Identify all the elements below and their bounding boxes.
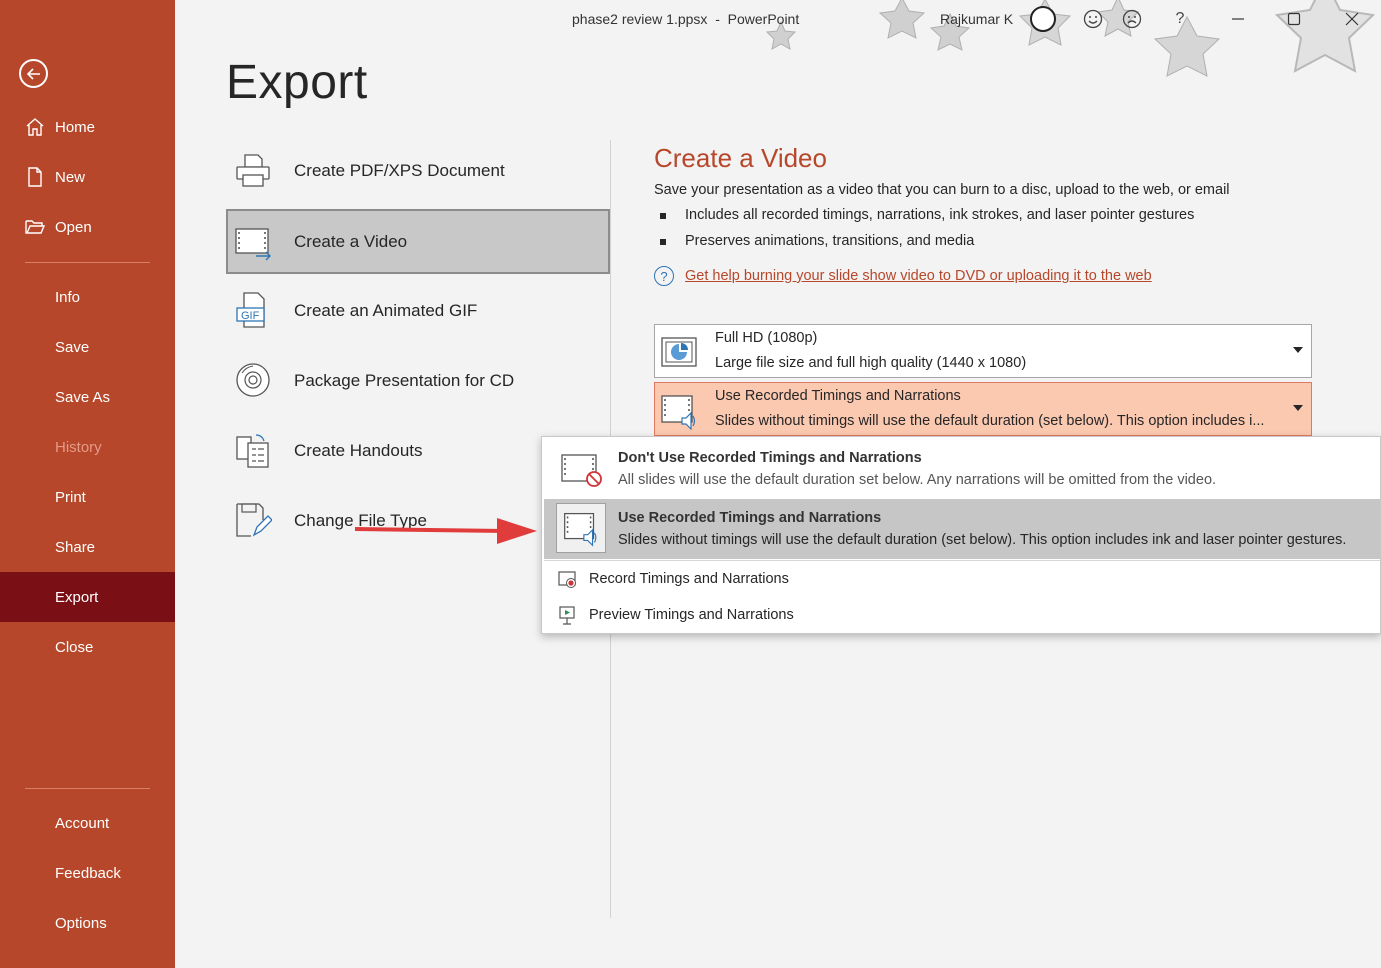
sidebar-item-save-as[interactable]: Save As	[0, 375, 175, 419]
sidebar-item-account[interactable]: Account	[0, 801, 175, 845]
decorative-star-icon	[878, 0, 926, 39]
svg-text:GIF: GIF	[241, 310, 260, 322]
presentation-quality-icon	[661, 337, 697, 367]
export-option-label: Create a Video	[294, 231, 408, 251]
export-option-package-cd[interactable]: Package Presentation for CD	[226, 348, 610, 413]
new-document-icon	[28, 167, 42, 187]
menu-item-dont-use-timings[interactable]: Don't Use Recorded Timings and Narration…	[544, 439, 1380, 499]
sidebar-item-save[interactable]: Save	[0, 325, 175, 369]
chevron-down-icon[interactable]	[1293, 347, 1303, 353]
menu-item-title: Use Recorded Timings and Narrations	[618, 510, 882, 526]
menu-item-use-timings[interactable]: Use Recorded Timings and Narrations Slid…	[544, 499, 1380, 559]
home-icon	[26, 118, 44, 136]
close-window-icon[interactable]	[1341, 8, 1363, 30]
minimize-icon[interactable]	[1227, 8, 1249, 30]
sidebar-item-label: Print	[55, 488, 86, 506]
sidebar-item-print[interactable]: Print	[0, 475, 175, 519]
menu-item-title: Don't Use Recorded Timings and Narration…	[618, 450, 922, 466]
frown-feedback-icon[interactable]	[1121, 8, 1143, 30]
sidebar-item-label: Save As	[55, 388, 111, 406]
sidebar-item-label: Account	[55, 814, 110, 832]
sidebar-item-close[interactable]: Close	[0, 625, 175, 669]
video-narration-icon	[556, 503, 606, 553]
bullet-square-icon	[660, 239, 666, 245]
backstage-sidebar: Home New Open Info Save Save As History …	[0, 0, 175, 968]
menu-action-label: Preview Timings and Narrations	[589, 607, 794, 623]
export-option-label: Package Presentation for CD	[294, 370, 515, 390]
back-button[interactable]	[19, 59, 48, 88]
sidebar-item-label: Save	[55, 338, 90, 356]
help-link[interactable]: ? Get help burning your slide show video…	[654, 265, 1152, 287]
export-option-label: Create Handouts	[294, 440, 423, 460]
timings-subtitle: Slides without timings will use the defa…	[715, 413, 1265, 429]
handouts-icon	[236, 434, 269, 468]
timings-title: Use Recorded Timings and Narrations	[715, 388, 961, 404]
cd-icon	[236, 363, 270, 397]
menu-action-label: Record Timings and Narrations	[589, 571, 789, 587]
chevron-down-icon[interactable]	[1293, 405, 1303, 411]
gif-icon: GIF	[236, 292, 265, 328]
menu-item-description: Slides without timings will use the defa…	[618, 532, 1347, 548]
sidebar-item-label: Feedback	[55, 864, 121, 882]
pdf-printer-icon	[236, 154, 270, 187]
sidebar-item-label: Close	[55, 638, 94, 656]
sidebar-item-new[interactable]: New	[0, 155, 175, 199]
account-avatar-icon[interactable]	[1030, 6, 1056, 32]
change-file-type-icon	[236, 503, 272, 537]
export-option-label: Create PDF/XPS Document	[294, 160, 505, 180]
sidebar-item-label: Export	[55, 588, 99, 606]
export-option-gif[interactable]: GIF Create an Animated GIF	[226, 278, 610, 343]
menu-item-description: All slides will use the default duration…	[618, 472, 1217, 488]
sidebar-item-label: Open	[55, 218, 92, 236]
video-quality-dropdown[interactable]: Full HD (1080p) Large file size and full…	[654, 324, 1312, 378]
title-bar: phase2 review 1.ppsx - PowerPoint Rajkum…	[175, 0, 1381, 77]
bullet-square-icon	[660, 213, 666, 219]
menu-item-record-timings[interactable]: Record Timings and Narrations	[544, 562, 1380, 596]
menu-divider	[544, 560, 1380, 561]
help-button[interactable]: ?	[1169, 8, 1191, 30]
sidebar-item-history: History	[0, 425, 175, 469]
video-quality-title: Full HD (1080p)	[715, 330, 818, 346]
sidebar-divider	[25, 788, 150, 789]
panel-title: Create a Video	[654, 143, 827, 173]
document-title: phase2 review 1.ppsx - PowerPoint	[572, 11, 800, 27]
export-option-video[interactable]: Create a Video	[226, 209, 610, 274]
no-timings-icon	[561, 454, 602, 487]
record-icon	[558, 571, 576, 588]
sidebar-item-label: Share	[55, 538, 96, 556]
sidebar-item-export[interactable]: Export	[0, 572, 175, 622]
back-arrow-icon	[26, 67, 40, 80]
export-option-label: Create an Animated GIF	[294, 300, 478, 320]
video-quality-subtitle: Large file size and full high quality (1…	[715, 355, 1027, 371]
smile-feedback-icon[interactable]	[1082, 8, 1104, 30]
page-title: Export	[226, 56, 368, 109]
sidebar-item-home[interactable]: Home	[0, 105, 175, 149]
user-name[interactable]: Rajkumar K	[940, 11, 1013, 27]
sidebar-divider	[25, 262, 150, 263]
preview-slide-icon	[559, 606, 575, 625]
timings-dropdown[interactable]: Use Recorded Timings and Narrations Slid…	[654, 382, 1312, 436]
folder-open-icon	[25, 220, 45, 234]
help-question-icon: ?	[654, 266, 674, 286]
sidebar-item-label: New	[55, 168, 86, 186]
timings-menu: Don't Use Recorded Timings and Narration…	[541, 436, 1381, 634]
help-link-text[interactable]: Get help burning your slide show video t…	[685, 268, 1152, 284]
video-narration-icon	[661, 395, 696, 430]
panel-description: Save your presentation as a video that y…	[654, 182, 1230, 198]
sidebar-item-label: Options	[55, 914, 107, 932]
sidebar-item-label: Info	[55, 288, 81, 306]
export-option-pdf[interactable]: Create PDF/XPS Document	[226, 138, 610, 203]
sidebar-item-info[interactable]: Info	[0, 275, 175, 319]
sidebar-item-label: Home	[55, 118, 96, 136]
sidebar-item-options[interactable]: Options	[0, 901, 175, 945]
maximize-icon[interactable]	[1283, 8, 1305, 30]
annotation-arrow	[355, 518, 537, 544]
sidebar-item-share[interactable]: Share	[0, 525, 175, 569]
sidebar-item-label: History	[55, 438, 102, 456]
menu-item-preview-timings[interactable]: Preview Timings and Narrations	[544, 598, 1380, 632]
video-export-icon	[235, 228, 271, 261]
sidebar-item-open[interactable]: Open	[0, 205, 175, 249]
sidebar-item-feedback[interactable]: Feedback	[0, 851, 175, 895]
